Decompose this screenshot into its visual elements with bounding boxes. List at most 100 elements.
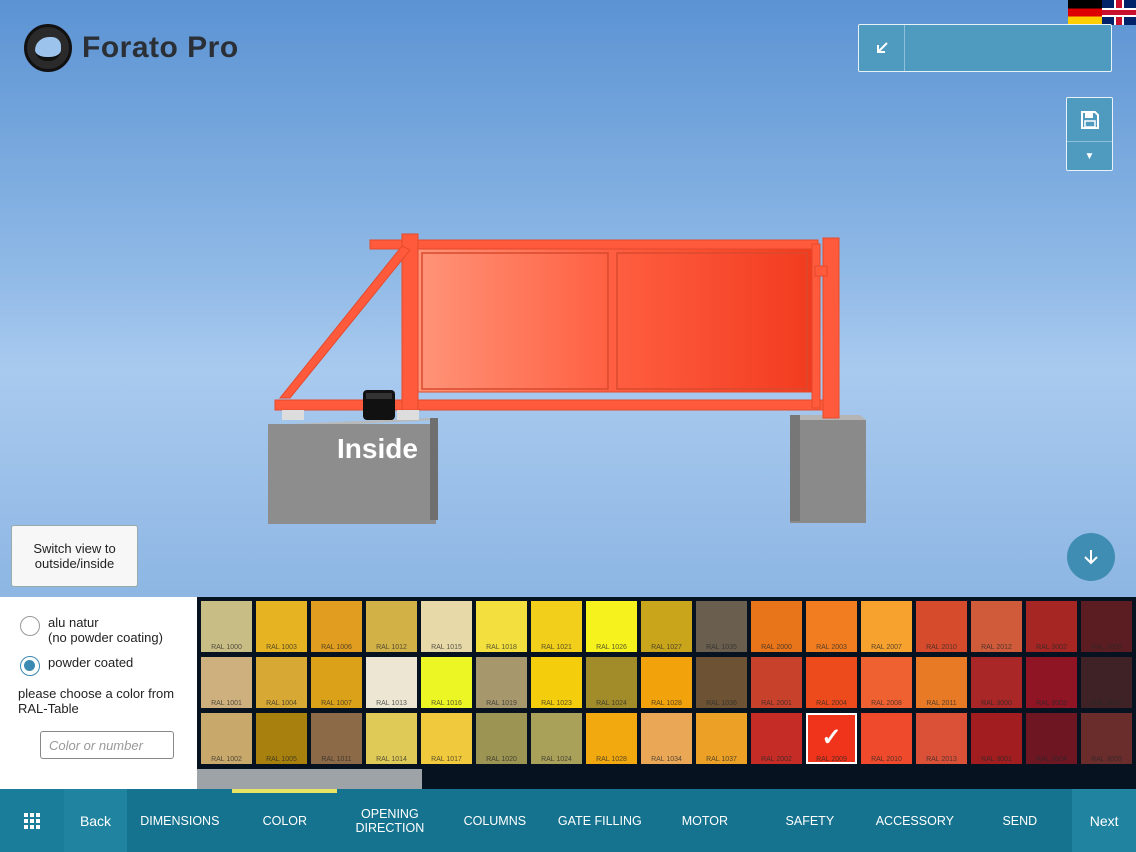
color-swatch[interactable]: RAL 1028 xyxy=(586,713,637,764)
tab-opening-direction[interactable]: OPENING DIRECTION xyxy=(337,789,442,852)
color-swatch[interactable]: RAL 3002 xyxy=(1026,601,1077,652)
color-swatch[interactable]: RAL 1004 xyxy=(256,657,307,708)
tab-columns[interactable]: COLUMNS xyxy=(442,789,547,852)
color-search-input[interactable] xyxy=(40,731,174,759)
color-swatch[interactable]: RAL 3005 xyxy=(1081,601,1132,652)
color-swatch[interactable]: RAL 2009 xyxy=(806,713,857,764)
color-swatch[interactable]: RAL 2001 xyxy=(751,657,802,708)
color-swatch[interactable]: RAL 1003 xyxy=(256,601,307,652)
tab-motor[interactable]: MOTOR xyxy=(652,789,757,852)
flag-de-icon[interactable] xyxy=(1068,0,1102,25)
menu-button[interactable] xyxy=(0,789,64,852)
swatch-code: RAL 1016 xyxy=(431,700,462,707)
color-swatch[interactable]: RAL 1006 xyxy=(311,601,362,652)
scroll-down-button[interactable] xyxy=(1067,533,1115,581)
grid-menu-icon xyxy=(23,812,40,829)
color-swatch[interactable]: RAL 1005 xyxy=(256,713,307,764)
switch-view-button[interactable]: Switch view to outside/inside xyxy=(11,525,138,587)
color-swatch[interactable]: RAL 3001 xyxy=(971,713,1022,764)
tab-gate-filling[interactable]: GATE FILLING xyxy=(547,789,652,852)
swatch-code: RAL 1019 xyxy=(486,700,517,707)
color-swatch[interactable]: RAL 1001 xyxy=(201,657,252,708)
color-swatch[interactable]: RAL 2011 xyxy=(916,657,967,708)
back-button[interactable]: Back xyxy=(63,789,128,852)
swatch-code: RAL 2010 xyxy=(926,644,957,651)
radio-alu-natur[interactable]: alu natur (no powder coating) xyxy=(20,615,197,645)
tab-color[interactable]: COLOR xyxy=(232,789,338,852)
color-swatch[interactable]: RAL 1034 xyxy=(641,713,692,764)
gate-scene[interactable] xyxy=(0,0,1136,597)
swatch-code: RAL 2000 xyxy=(761,644,792,651)
palette-scrollbar-thumb[interactable] xyxy=(197,769,422,789)
radio-powder-coated[interactable]: powder coated xyxy=(20,655,197,676)
color-swatch[interactable]: RAL 1014 xyxy=(366,713,417,764)
color-swatch[interactable]: RAL 3004 xyxy=(1026,713,1077,764)
color-swatch[interactable]: RAL 1024 xyxy=(586,657,637,708)
collapse-panel-button[interactable] xyxy=(859,25,905,71)
tab-safety[interactable]: SAFETY xyxy=(757,789,862,852)
color-swatch[interactable]: RAL 1019 xyxy=(476,657,527,708)
swatch-code: RAL 3005 xyxy=(1091,644,1122,651)
color-swatch[interactable]: RAL 2007 xyxy=(861,601,912,652)
color-swatch[interactable]: RAL 3003 xyxy=(1026,657,1077,708)
swatch-code: RAL 1014 xyxy=(376,756,407,763)
color-swatch[interactable]: RAL 1015 xyxy=(421,601,472,652)
swatch-code: RAL 1017 xyxy=(431,756,462,763)
color-swatch[interactable]: RAL 1012 xyxy=(366,601,417,652)
color-swatch[interactable]: RAL 1020 xyxy=(476,713,527,764)
3d-viewport[interactable]: Forato Pro ▼ Inside Switch view to outsi… xyxy=(0,0,1136,597)
swatch-code: RAL 1023 xyxy=(541,700,572,707)
color-swatch[interactable]: RAL 1007 xyxy=(311,657,362,708)
swatch-code: RAL 3003 xyxy=(1036,700,1067,707)
color-swatch[interactable]: RAL 1018 xyxy=(476,601,527,652)
color-swatch[interactable]: RAL 1011 xyxy=(311,713,362,764)
swatch-code: RAL 1015 xyxy=(431,644,462,651)
color-swatch[interactable]: RAL 1021 xyxy=(531,601,582,652)
color-swatch[interactable]: RAL 3009 xyxy=(1081,713,1132,764)
color-swatch[interactable]: RAL 1027 xyxy=(641,601,692,652)
color-swatch[interactable]: RAL 1035 xyxy=(696,601,747,652)
swatch-code: RAL 1028 xyxy=(651,700,682,707)
radio-indicator[interactable] xyxy=(20,656,40,676)
swatch-code: RAL 2003 xyxy=(816,644,847,651)
color-swatch[interactable]: RAL 1016 xyxy=(421,657,472,708)
save-dropdown-button[interactable]: ▼ xyxy=(1067,142,1112,170)
swatch-code: RAL 1018 xyxy=(486,644,517,651)
color-swatch[interactable]: RAL 2012 xyxy=(971,601,1022,652)
color-swatch[interactable]: RAL 2010 xyxy=(861,713,912,764)
gate-filling xyxy=(417,248,813,393)
tab-send[interactable]: SEND xyxy=(967,789,1072,852)
color-swatch[interactable]: RAL 2010 xyxy=(916,601,967,652)
swatch-code: RAL 1034 xyxy=(651,756,682,763)
color-swatch[interactable]: RAL 2004 xyxy=(806,657,857,708)
color-swatch[interactable]: RAL 1017 xyxy=(421,713,472,764)
next-button[interactable]: Next xyxy=(1072,789,1136,852)
color-swatch[interactable]: RAL 3007 xyxy=(1081,657,1132,708)
caret-down-icon: ▼ xyxy=(1084,150,1095,162)
color-swatch[interactable]: RAL 2008 xyxy=(861,657,912,708)
tab-accessory[interactable]: ACCESSORY xyxy=(862,789,967,852)
color-swatch[interactable]: RAL 1036 xyxy=(696,657,747,708)
color-swatch[interactable]: RAL 1002 xyxy=(201,713,252,764)
color-swatch[interactable]: RAL 1000 xyxy=(201,601,252,652)
color-swatch[interactable]: RAL 2003 xyxy=(806,601,857,652)
color-swatch[interactable]: RAL 1024 xyxy=(531,713,582,764)
color-swatch[interactable]: RAL 1037 xyxy=(696,713,747,764)
swatch-code: RAL 1021 xyxy=(541,644,572,651)
color-swatch[interactable]: RAL 1028 xyxy=(641,657,692,708)
radio-indicator[interactable] xyxy=(20,616,40,636)
save-button[interactable] xyxy=(1067,98,1112,142)
color-swatch[interactable]: RAL 1026 xyxy=(586,601,637,652)
radio-label: alu natur xyxy=(48,615,99,630)
swatch-code: RAL 1013 xyxy=(376,700,407,707)
flag-en-icon[interactable] xyxy=(1102,0,1136,25)
gate-motor xyxy=(363,390,395,420)
color-swatch[interactable]: RAL 2002 xyxy=(751,713,802,764)
color-swatch[interactable]: RAL 1023 xyxy=(531,657,582,708)
color-swatch[interactable]: RAL 3000 xyxy=(971,657,1022,708)
color-swatch[interactable]: RAL 2000 xyxy=(751,601,802,652)
color-swatch[interactable]: RAL 1013 xyxy=(366,657,417,708)
color-swatch[interactable]: RAL 2013 xyxy=(916,713,967,764)
tab-dimensions[interactable]: DIMENSIONS xyxy=(127,789,232,852)
swatch-code: RAL 2007 xyxy=(871,644,902,651)
